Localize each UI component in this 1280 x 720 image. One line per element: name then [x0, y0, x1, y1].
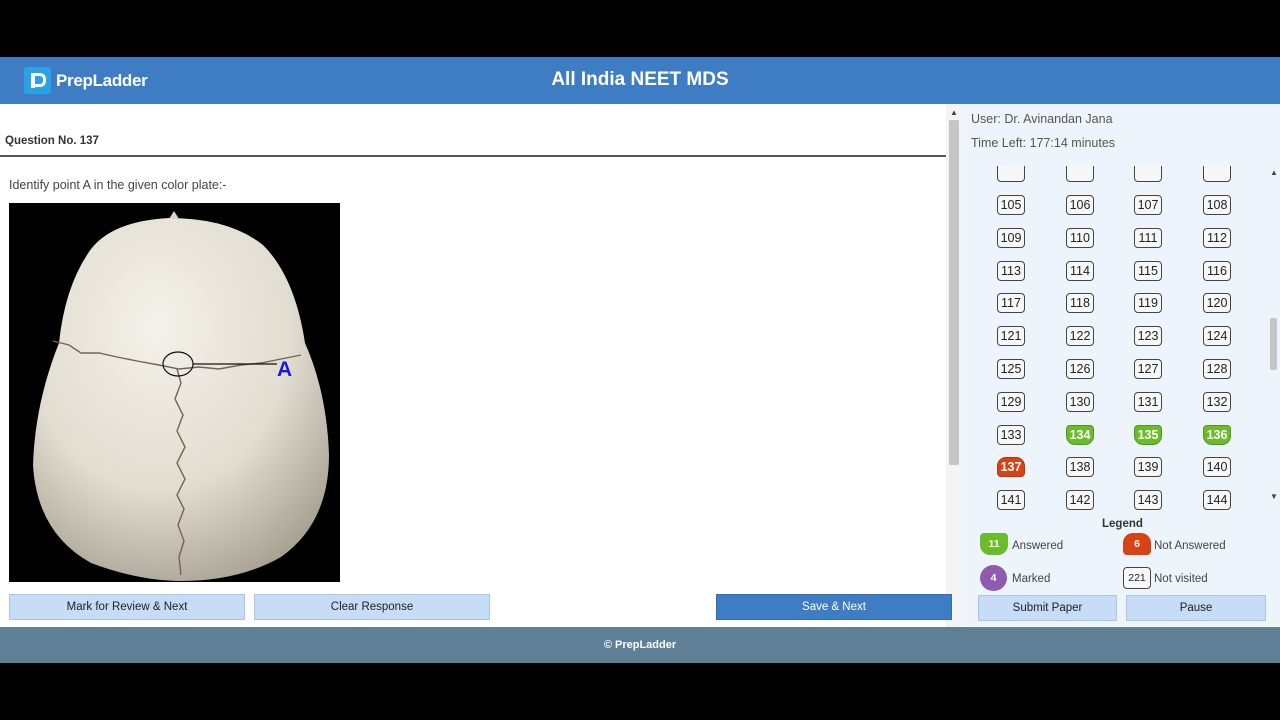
question-palette-button[interactable]: 117 [997, 293, 1025, 314]
scroll-up-arrow-icon[interactable]: ▲ [950, 108, 958, 117]
save-next-button[interactable]: Save & Next [716, 594, 952, 620]
header-bar: PrepLadder All India NEET MDS [0, 57, 1280, 104]
question-palette-button[interactable]: 114 [1066, 260, 1094, 281]
question-palette-button[interactable]: 116 [1203, 260, 1231, 281]
exam-title: All India NEET MDS [551, 69, 729, 90]
clear-response-button[interactable]: Clear Response [254, 594, 490, 620]
question-palette-button[interactable]: 144 [1203, 490, 1231, 511]
question-palette-button[interactable]: 108 [1203, 195, 1231, 215]
question-palette-button[interactable]: 143 [1134, 490, 1162, 511]
question-palette-button[interactable]: 121 [997, 326, 1025, 347]
palette-scrollbar[interactable]: ▲ ▼ [1266, 166, 1280, 518]
question-palette-button-partial[interactable] [997, 166, 1025, 183]
not-answered-legend-label: Not Answered [1154, 540, 1226, 552]
question-palette-button[interactable]: 120 [1203, 293, 1231, 314]
question-palette-button[interactable]: 142 [1066, 490, 1094, 511]
question-palette-button[interactable]: 115 [1134, 260, 1162, 281]
legend-title: Legend [1102, 518, 1143, 530]
question-palette-button[interactable]: 128 [1203, 359, 1231, 379]
scrollbar-thumb[interactable] [1270, 318, 1277, 370]
question-palette-button[interactable]: 127 [1134, 359, 1162, 379]
question-palette-button[interactable]: 126 [1066, 359, 1094, 379]
question-palette-button[interactable]: 113 [997, 260, 1025, 281]
question-palette-button[interactable]: 132 [1203, 391, 1231, 412]
question-palette-button[interactable]: 122 [1066, 326, 1094, 347]
question-palette-button[interactable]: 136 [1203, 424, 1231, 445]
answered-legend-label: Answered [1012, 540, 1064, 552]
question-palette-button[interactable]: 138 [1066, 457, 1094, 478]
pause-button[interactable]: Pause [1126, 595, 1266, 621]
question-palette-button[interactable]: 133 [997, 424, 1025, 445]
question-palette-button[interactable]: 111 [1134, 227, 1162, 248]
scroll-down-arrow-icon[interactable]: ▼ [1270, 492, 1278, 501]
question-palette-button[interactable]: 130 [1066, 391, 1094, 412]
not-visited-legend-icon: 221 [1123, 567, 1151, 589]
question-palette-button[interactable]: 110 [1066, 227, 1094, 248]
mark-review-next-button[interactable]: Mark for Review & Next [9, 594, 245, 620]
question-palette-button[interactable]: 118 [1066, 293, 1094, 314]
scrollbar-thumb[interactable] [949, 120, 959, 465]
question-palette-button[interactable]: 135 [1134, 424, 1162, 445]
question-palette-button[interactable]: 123 [1134, 326, 1162, 347]
time-left: Time Left: 177:14 minutes [971, 136, 1116, 150]
question-panel: Question No. 137 Identify point A in the… [0, 104, 946, 644]
not-answered-legend-icon: 6 [1123, 533, 1151, 555]
question-palette-button-partial[interactable] [1203, 166, 1231, 183]
point-a-label: A [277, 358, 292, 381]
question-palette-button[interactable]: 106 [1066, 195, 1094, 215]
submit-paper-button[interactable]: Submit Paper [978, 595, 1117, 621]
question-palette-button[interactable]: 139 [1134, 457, 1162, 478]
question-palette-button[interactable]: 137 [997, 457, 1025, 478]
question-palette-button[interactable]: 119 [1134, 293, 1162, 314]
question-palette-button[interactable]: 107 [1134, 195, 1162, 215]
question-palette-button[interactable]: 105 [997, 195, 1025, 215]
question-number: Question No. 137 [5, 135, 99, 147]
skull-image: A [9, 203, 340, 582]
question-palette-button-partial[interactable] [1066, 166, 1094, 183]
question-palette-button[interactable]: 112 [1203, 227, 1231, 248]
question-palette-button[interactable]: 109 [997, 227, 1025, 248]
answered-legend-icon: 11 [980, 533, 1008, 555]
not-visited-legend-label: Not visited [1154, 573, 1208, 585]
question-scrollbar[interactable]: ▲ ▼ [946, 104, 962, 644]
marked-legend-label: Marked [1012, 573, 1051, 585]
scroll-up-arrow-icon[interactable]: ▲ [1270, 168, 1278, 177]
question-image: A [9, 203, 340, 582]
question-palette-button[interactable]: 140 [1203, 457, 1231, 478]
question-palette: 105 106 107 108 109 110 111 112 113 114 115 116 117 1… [962, 166, 1266, 518]
footer: © PrepLadder [0, 627, 1280, 663]
question-palette-button-partial[interactable] [1134, 166, 1162, 183]
divider [0, 155, 946, 157]
question-palette-button[interactable]: 131 [1134, 391, 1162, 412]
status-panel: User: Dr. Avinandan Jana Time Left: 177:… [962, 104, 1280, 626]
question-text: Identify point A in the given color plat… [9, 178, 227, 192]
question-palette-button[interactable]: 129 [997, 391, 1025, 412]
question-palette-button[interactable]: 125 [997, 359, 1025, 379]
exam-app: PrepLadder All India NEET MDS Question N… [0, 57, 1280, 663]
question-palette-button[interactable]: 134 [1066, 424, 1094, 445]
question-palette-button[interactable]: 141 [997, 490, 1025, 511]
user-name: User: Dr. Avinandan Jana [971, 112, 1113, 126]
question-palette-button[interactable]: 124 [1203, 326, 1231, 347]
marked-legend-icon: 4 [980, 565, 1007, 591]
